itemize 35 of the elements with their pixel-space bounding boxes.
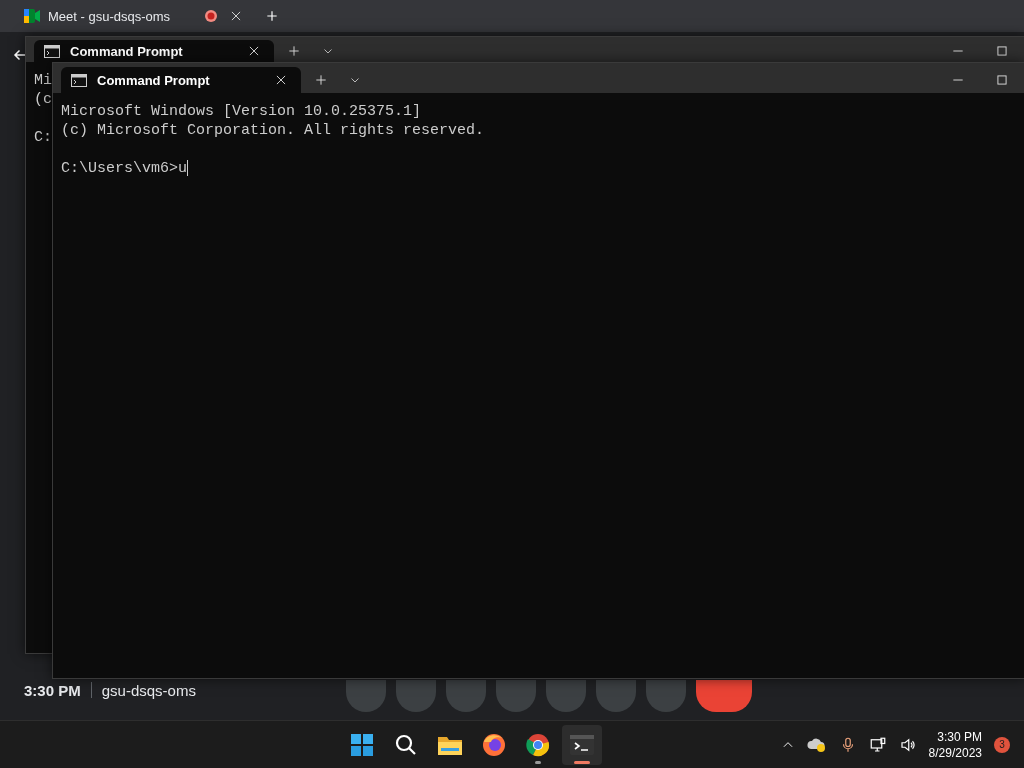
terminal-icon <box>71 73 87 87</box>
close-icon <box>274 73 288 87</box>
command-line[interactable]: C:\Users\vm6>u <box>61 159 189 178</box>
plus-icon <box>314 73 328 87</box>
clock[interactable]: 3:30 PM 8/29/2023 <box>928 728 982 761</box>
maximize-icon <box>995 44 1009 58</box>
cloud-warning-icon <box>806 736 827 753</box>
tab-title: Command Prompt <box>97 72 211 88</box>
firefox-icon <box>482 732 507 757</box>
terminal-tab[interactable]: Command Prompt <box>61 67 301 93</box>
notification-badge[interactable]: 3 <box>994 736 1010 753</box>
console-line: (c) Microsoft Corporation. All rights reserved. <box>61 121 485 140</box>
meeting-time: 3:30 PM <box>24 681 81 699</box>
taskbar-app[interactable] <box>562 724 603 765</box>
plus-icon <box>287 44 301 58</box>
terminal-icon <box>44 44 60 58</box>
tab-title: Meet - gsu-dsqs-oms <box>48 8 172 24</box>
console-line: Mi <box>34 71 52 90</box>
tab-title: Command Prompt <box>70 43 184 59</box>
console-line: Microsoft Windows [Version 10.0.25375.1] <box>61 102 422 121</box>
chrome-icon <box>526 732 551 757</box>
windows-logo-icon <box>351 733 374 756</box>
close-icon <box>229 9 243 23</box>
close-icon <box>247 44 261 58</box>
console-line: (c <box>34 90 52 109</box>
network-icon <box>868 735 887 754</box>
maximize-icon <box>995 73 1009 87</box>
meeting-code: gsu-dsqs-oms <box>101 681 196 699</box>
terminal-tab[interactable]: Command Prompt <box>34 40 274 62</box>
plus-icon <box>265 9 279 23</box>
terminal-icon <box>570 734 595 755</box>
leave-call-button[interactable] <box>695 680 752 712</box>
meet-logo-icon <box>24 9 40 23</box>
folder-icon <box>438 734 463 755</box>
command-line[interactable]: C: <box>34 128 52 147</box>
